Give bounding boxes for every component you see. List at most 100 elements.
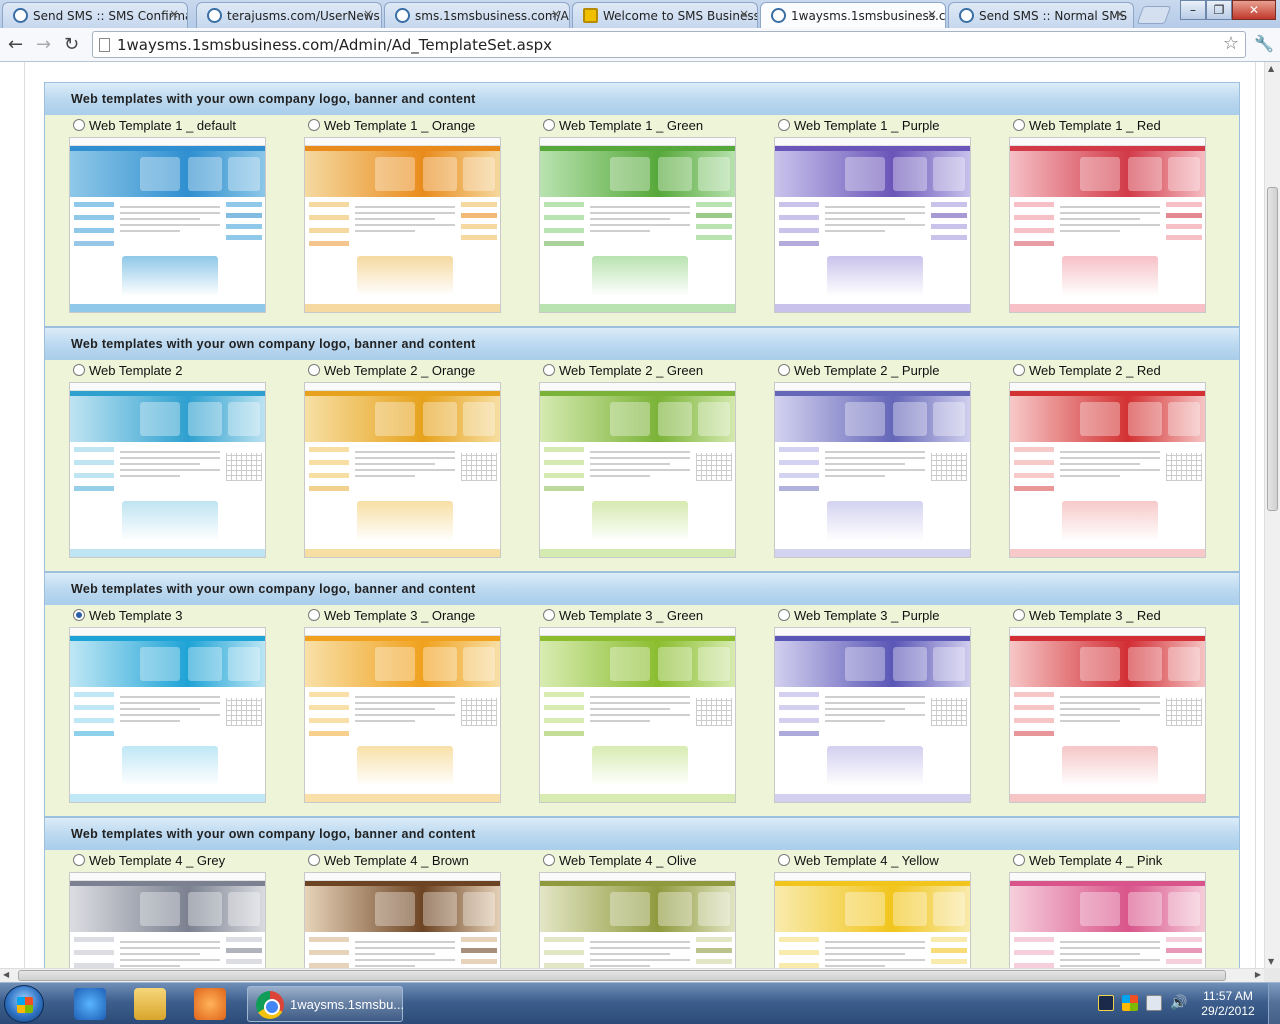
template-option-label[interactable]: Web Template 4 _ Pink bbox=[1013, 853, 1162, 868]
template-preview-image[interactable] bbox=[69, 382, 266, 558]
template-preview-image[interactable] bbox=[304, 627, 501, 803]
forward-arrow-icon[interactable]: → bbox=[36, 34, 51, 55]
template-preview-image[interactable] bbox=[1009, 382, 1206, 558]
show-desktop-button[interactable] bbox=[1268, 983, 1280, 1024]
tab-close-icon[interactable]: × bbox=[169, 7, 179, 21]
template-radio-button[interactable] bbox=[778, 364, 790, 376]
template-radio-button[interactable] bbox=[543, 609, 555, 621]
restore-window-icon[interactable]: ❐ bbox=[1206, 0, 1232, 20]
tab-close-icon[interactable]: × bbox=[739, 7, 749, 21]
template-option-label[interactable]: Web Template 3 _ Green bbox=[543, 608, 703, 623]
template-preview-image[interactable] bbox=[304, 382, 501, 558]
template-radio-button[interactable] bbox=[543, 364, 555, 376]
template-option-label[interactable]: Web Template 4 _ Brown bbox=[308, 853, 469, 868]
tab-close-icon[interactable]: × bbox=[1115, 7, 1125, 21]
horizontal-scroll-thumb[interactable] bbox=[18, 970, 1226, 981]
template-option-label[interactable]: Web Template 2 _ Purple bbox=[778, 363, 940, 378]
template-preview-image[interactable] bbox=[304, 137, 501, 313]
template-option-label[interactable]: Web Template 1 _ Purple bbox=[778, 118, 940, 133]
template-radio-button[interactable] bbox=[1013, 609, 1025, 621]
system-clock[interactable]: 11:57 AM 29/2/2012 bbox=[1196, 989, 1260, 1019]
back-arrow-icon[interactable]: ← bbox=[8, 34, 23, 55]
template-option-label[interactable]: Web Template 2 bbox=[73, 363, 182, 378]
start-button[interactable] bbox=[4, 985, 44, 1023]
browser-tab[interactable]: Send SMS :: Normal SMS × bbox=[948, 2, 1134, 28]
scroll-left-arrow-icon[interactable]: ◀ bbox=[3, 970, 9, 979]
template-option-label[interactable]: Web Template 1 _ default bbox=[73, 118, 236, 133]
template-radio-button[interactable] bbox=[1013, 854, 1025, 866]
template-preview-image[interactable] bbox=[539, 137, 736, 313]
taskbar-chrome-window[interactable]: 1waysms.1smsbu... bbox=[247, 986, 404, 1022]
template-option-label[interactable]: Web Template 4 _ Yellow bbox=[778, 853, 939, 868]
template-option-label[interactable]: Web Template 3 bbox=[73, 608, 182, 623]
template-preview-image[interactable] bbox=[774, 872, 971, 968]
template-radio-button[interactable] bbox=[308, 854, 320, 866]
scroll-down-arrow-icon[interactable]: ▼ bbox=[1268, 957, 1274, 966]
template-radio-button[interactable] bbox=[308, 609, 320, 621]
vertical-scroll-thumb[interactable] bbox=[1267, 187, 1278, 511]
template-preview-image[interactable] bbox=[1009, 872, 1206, 968]
horizontal-scrollbar[interactable]: ◀ ▶ bbox=[0, 968, 1264, 982]
browser-tab[interactable]: sms.1smsbusiness.com/A × bbox=[384, 2, 570, 28]
template-preview-image[interactable] bbox=[1009, 137, 1206, 313]
new-tab-button[interactable] bbox=[1136, 6, 1172, 24]
template-preview-image[interactable] bbox=[69, 137, 266, 313]
template-option-label[interactable]: Web Template 2 _ Green bbox=[543, 363, 703, 378]
template-radio-button[interactable] bbox=[73, 119, 85, 131]
internet-explorer-icon[interactable] bbox=[74, 988, 106, 1020]
template-radio-button[interactable] bbox=[778, 854, 790, 866]
template-radio-button[interactable] bbox=[543, 119, 555, 131]
tab-close-icon[interactable]: × bbox=[927, 7, 937, 21]
template-preview-image[interactable] bbox=[774, 627, 971, 803]
file-explorer-icon[interactable] bbox=[134, 988, 166, 1020]
template-option-label[interactable]: Web Template 2 _ Red bbox=[1013, 363, 1161, 378]
template-option-label[interactable]: Web Template 1 _ Red bbox=[1013, 118, 1161, 133]
scroll-right-arrow-icon[interactable]: ▶ bbox=[1255, 970, 1261, 979]
template-radio-button[interactable] bbox=[73, 854, 85, 866]
wrench-menu-icon[interactable]: 🔧 bbox=[1254, 34, 1274, 53]
scroll-up-arrow-icon[interactable]: ▲ bbox=[1268, 64, 1274, 73]
template-radio-button[interactable] bbox=[1013, 364, 1025, 376]
close-window-icon[interactable]: ✕ bbox=[1232, 0, 1276, 20]
template-preview-image[interactable] bbox=[774, 137, 971, 313]
template-preview-image[interactable] bbox=[539, 382, 736, 558]
template-radio-button[interactable] bbox=[73, 609, 85, 621]
template-radio-button[interactable] bbox=[543, 854, 555, 866]
template-option-label[interactable]: Web Template 3 _ Red bbox=[1013, 608, 1161, 623]
browser-tab-active[interactable]: 1waysms.1smsbusiness.co × bbox=[760, 2, 946, 28]
template-preview-image[interactable] bbox=[69, 627, 266, 803]
template-preview-image[interactable] bbox=[1009, 627, 1206, 803]
browser-tab[interactable]: terajusms.com/UserNews. × bbox=[196, 2, 382, 28]
template-radio-button[interactable] bbox=[778, 119, 790, 131]
tray-windows-flag-icon[interactable] bbox=[1122, 995, 1138, 1011]
minimize-window-icon[interactable]: – bbox=[1180, 0, 1206, 20]
template-preview-image[interactable] bbox=[539, 872, 736, 968]
browser-tab[interactable]: Send SMS :: SMS Confirma × bbox=[2, 2, 188, 28]
volume-icon[interactable]: 🔊 bbox=[1170, 995, 1187, 1011]
template-option-label[interactable]: Web Template 4 _ Olive bbox=[543, 853, 697, 868]
template-radio-button[interactable] bbox=[73, 364, 85, 376]
template-preview-image[interactable] bbox=[304, 872, 501, 968]
template-radio-button[interactable] bbox=[308, 119, 320, 131]
address-bar[interactable]: 1waysms.1smsbusiness.com/Admin/Ad_Templa… bbox=[92, 31, 1246, 58]
tray-network-icon[interactable] bbox=[1098, 995, 1114, 1011]
media-player-icon[interactable] bbox=[194, 988, 226, 1020]
template-option-label[interactable]: Web Template 2 _ Orange bbox=[308, 363, 475, 378]
reload-icon[interactable]: ↻ bbox=[64, 34, 79, 55]
template-option-label[interactable]: Web Template 3 _ Orange bbox=[308, 608, 475, 623]
vertical-scrollbar[interactable]: ▲ ▼ bbox=[1264, 62, 1280, 968]
template-option-label[interactable]: Web Template 1 _ Orange bbox=[308, 118, 475, 133]
tab-close-icon[interactable]: × bbox=[551, 7, 561, 21]
tray-display-icon[interactable] bbox=[1146, 995, 1162, 1011]
template-option-label[interactable]: Web Template 4 _ Grey bbox=[73, 853, 225, 868]
template-option-label[interactable]: Web Template 1 _ Green bbox=[543, 118, 703, 133]
template-radio-button[interactable] bbox=[308, 364, 320, 376]
template-preview-image[interactable] bbox=[69, 872, 266, 968]
template-radio-button[interactable] bbox=[1013, 119, 1025, 131]
template-radio-button[interactable] bbox=[778, 609, 790, 621]
template-option-label[interactable]: Web Template 3 _ Purple bbox=[778, 608, 940, 623]
tab-close-icon[interactable]: × bbox=[363, 7, 373, 21]
template-preview-image[interactable] bbox=[539, 627, 736, 803]
bookmark-star-icon[interactable]: ☆ bbox=[1223, 33, 1239, 54]
template-preview-image[interactable] bbox=[774, 382, 971, 558]
